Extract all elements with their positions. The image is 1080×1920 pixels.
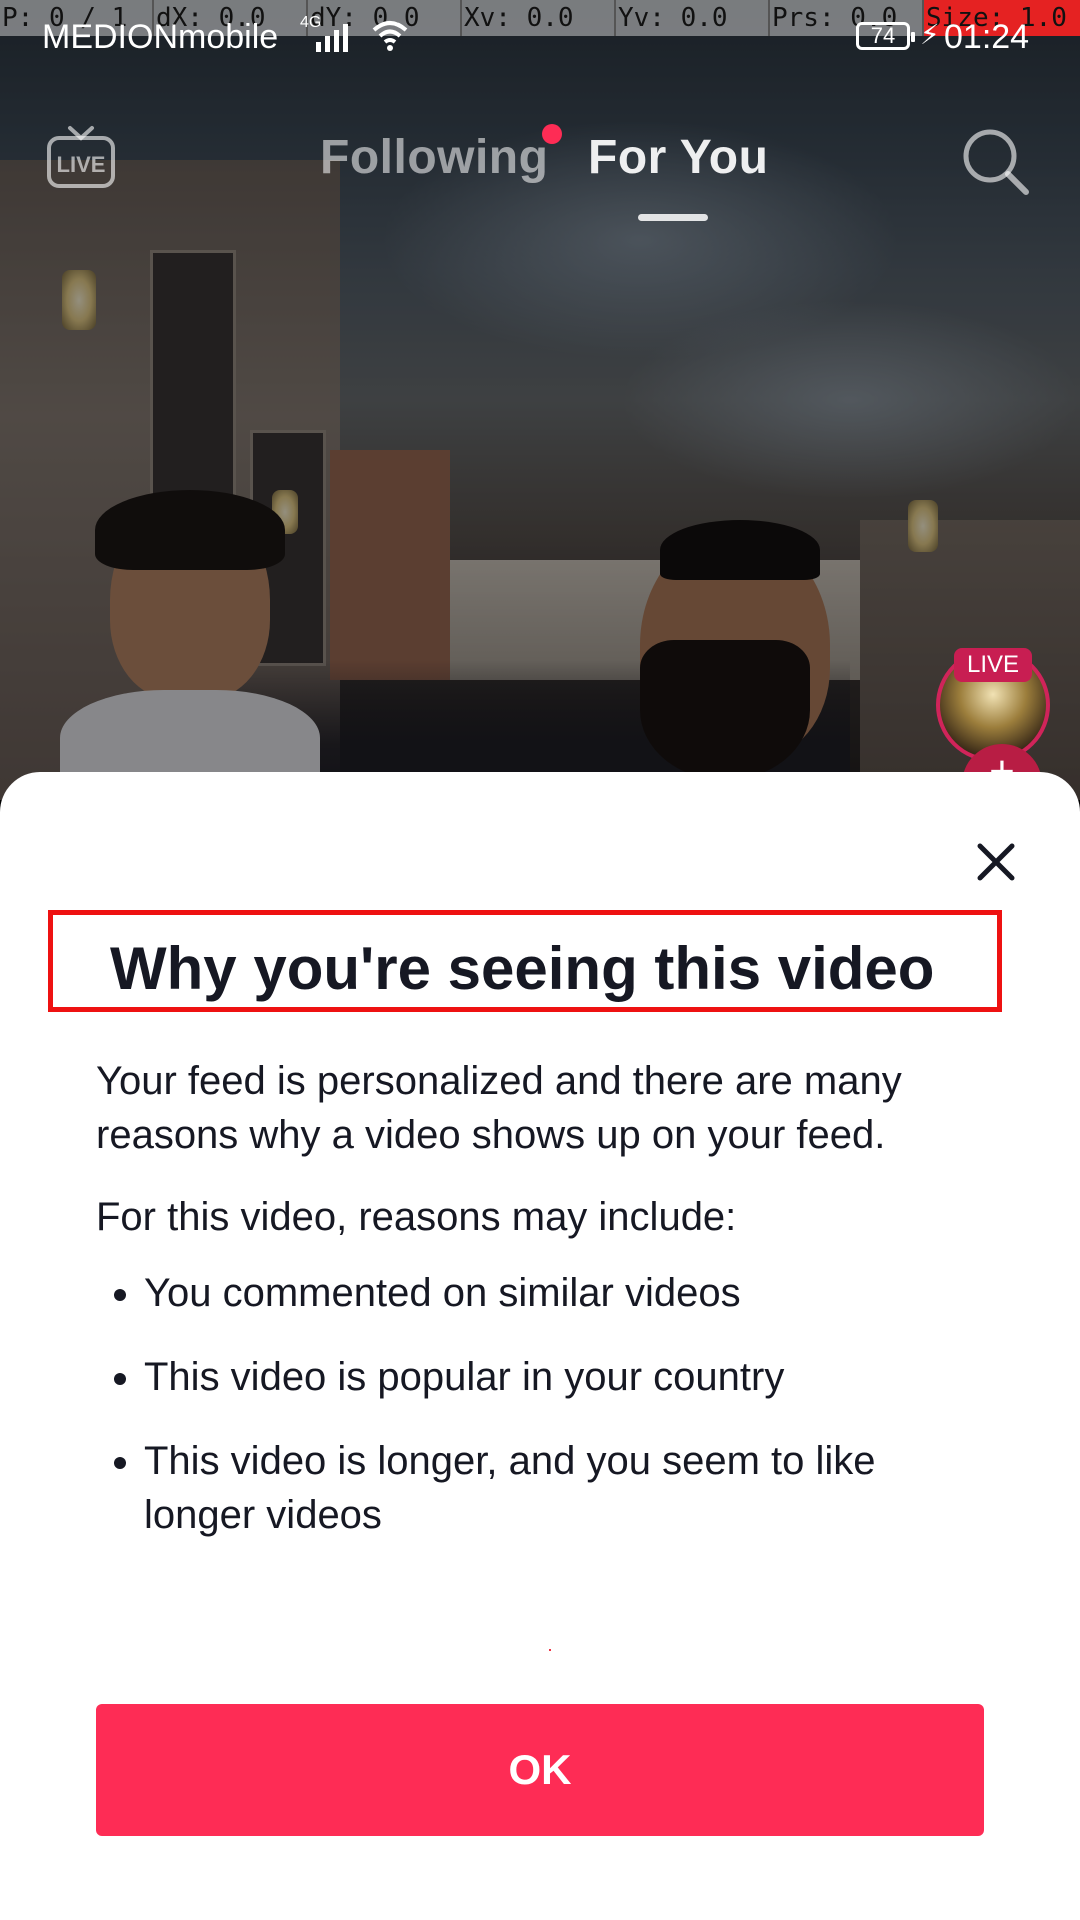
live-badge: LIVE	[954, 648, 1032, 682]
tab-following[interactable]: Following	[320, 130, 548, 185]
sheet-body: Your feed is personalized and there are …	[96, 1054, 976, 1572]
reason-item: You commented on similar videos	[144, 1266, 976, 1320]
active-tab-indicator	[638, 214, 708, 221]
wifi-icon	[370, 18, 410, 63]
signal-icon	[316, 20, 348, 52]
live-tv-icon[interactable]: LIVE	[46, 124, 116, 190]
search-icon[interactable]	[960, 126, 1030, 196]
reason-item: This video is popular in your country	[144, 1350, 976, 1404]
charging-icon: ⚡	[920, 19, 940, 50]
close-button[interactable]	[968, 834, 1024, 890]
why-seeing-video-sheet: Why you're seeing this video Your feed i…	[0, 772, 1080, 1920]
sheet-title: Why you're seeing this video	[110, 935, 935, 1002]
status-bar: MEDIONmobile 4G 74 ⚡ 01:24	[0, 14, 1080, 64]
reason-item: This video is longer, and you seem to li…	[144, 1434, 976, 1542]
top-navigation: LIVE Following For You	[0, 110, 1080, 230]
reasons-heading: For this video, reasons may include:	[96, 1195, 737, 1239]
live-icon-label: LIVE	[57, 152, 106, 177]
intro-text: Your feed is personalized and there are …	[96, 1059, 902, 1157]
battery-icon: 74	[856, 22, 915, 50]
tab-for-you[interactable]: For You	[588, 130, 768, 185]
close-icon	[977, 843, 1015, 881]
reasons-list: You commented on similar videos This vid…	[96, 1266, 976, 1542]
live-creator-avatar[interactable]: LIVE +	[936, 648, 1056, 804]
ok-button[interactable]: OK	[96, 1704, 984, 1836]
following-notification-dot	[542, 124, 562, 144]
carrier-name: MEDIONmobile	[42, 18, 279, 56]
stray-dot	[549, 1649, 551, 1651]
clock: 01:24	[944, 18, 1030, 56]
